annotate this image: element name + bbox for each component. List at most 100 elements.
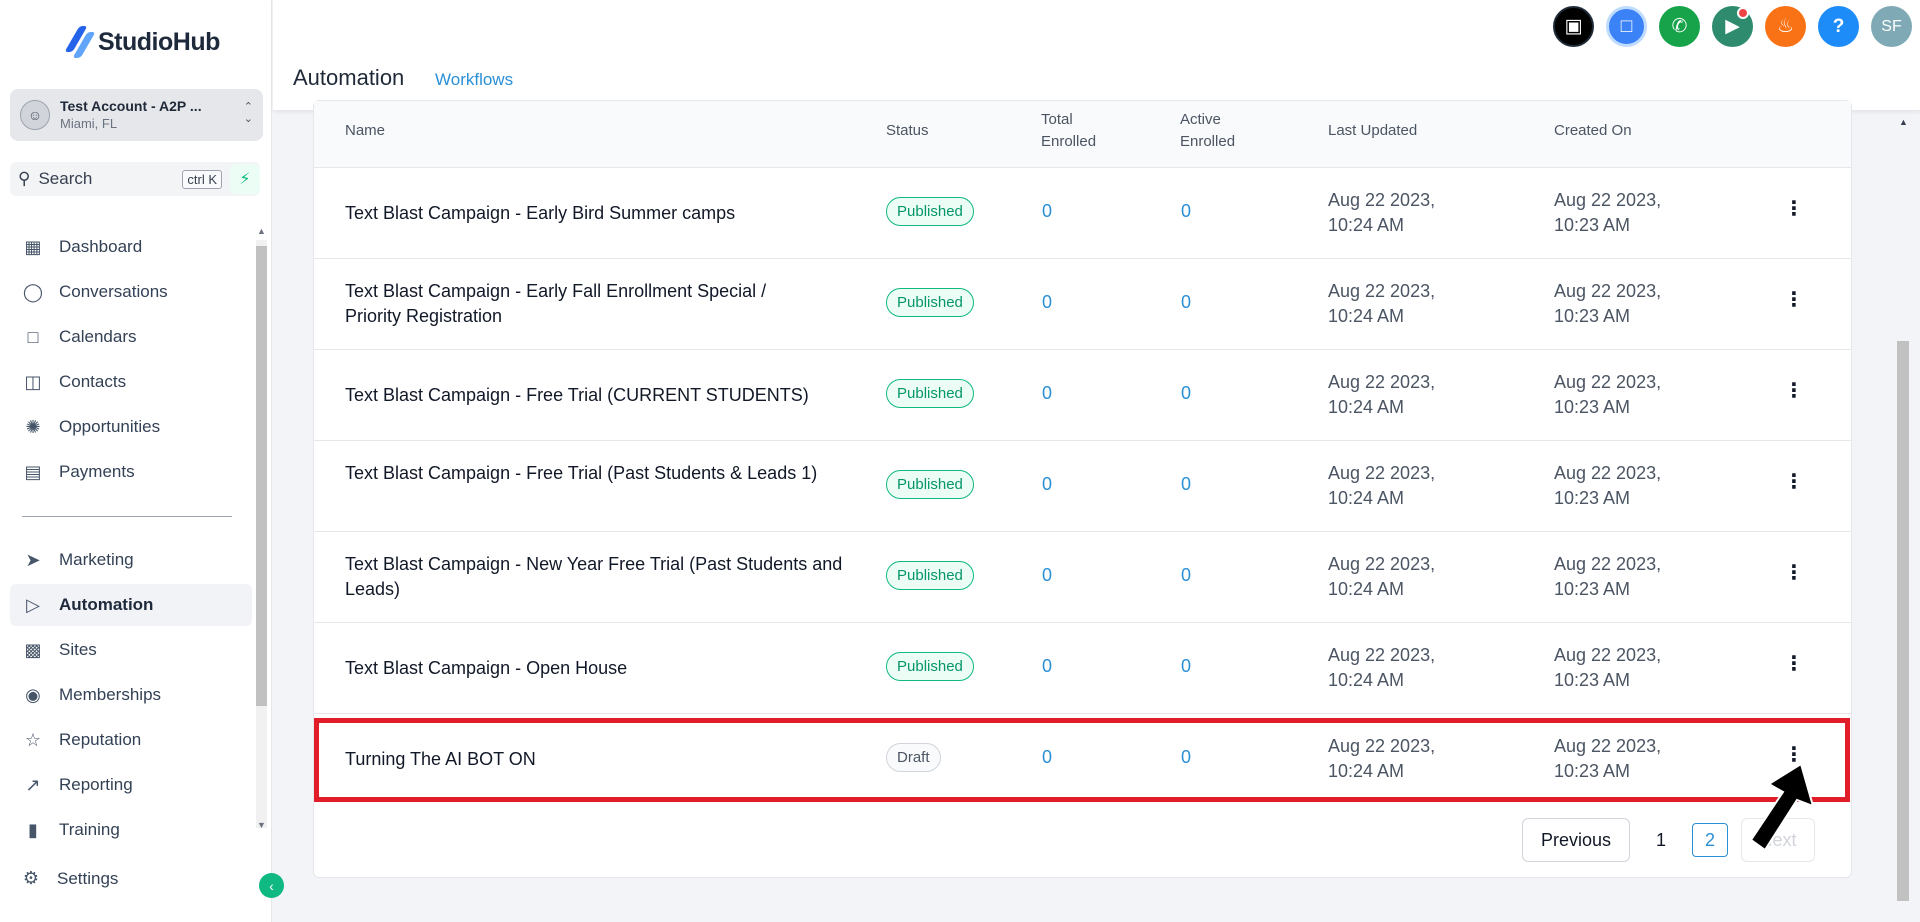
- mouse-pointer-icon: [1749, 762, 1815, 852]
- sidebar-item-automation[interactable]: ▷ Automation: [10, 584, 252, 626]
- active-enrolled-value[interactable]: 0: [1181, 474, 1191, 495]
- table-row[interactable]: Text Blast Campaign - Free Trial (Past S…: [314, 441, 1851, 532]
- active-enrolled-value[interactable]: 0: [1181, 565, 1191, 586]
- active-enrolled-value[interactable]: 0: [1181, 292, 1191, 313]
- sidebar-item-dashboard[interactable]: ▦ Dashboard: [10, 226, 252, 268]
- sidebar-item-marketing[interactable]: ➤ Marketing: [10, 539, 252, 581]
- collapse-sidebar-button[interactable]: ‹: [259, 873, 284, 898]
- sidebar-item-label: Contacts: [59, 372, 127, 391]
- sidebar-item-conversations[interactable]: ◯ Conversations: [10, 271, 252, 313]
- total-enrolled-value[interactable]: 0: [1042, 201, 1052, 222]
- total-enrolled-value[interactable]: 0: [1042, 292, 1052, 313]
- total-enrolled-value[interactable]: 0: [1042, 656, 1052, 677]
- book-icon: ▮: [28, 819, 38, 840]
- table-row[interactable]: Text Blast Campaign - Free Trial (CURREN…: [314, 350, 1851, 441]
- scroll-up-icon[interactable]: ▲: [1899, 117, 1908, 127]
- tab-workflows[interactable]: Workflows: [435, 70, 513, 90]
- page-scrollbar[interactable]: ▲: [1895, 111, 1913, 922]
- sidebar-item-calendars[interactable]: □ Calendars: [10, 316, 252, 358]
- sidebar-item-training[interactable]: ▮ Training: [10, 809, 252, 851]
- column-name[interactable]: Name: [345, 120, 385, 142]
- table-row[interactable]: Text Blast Campaign - New Year Free Tria…: [314, 532, 1851, 623]
- scrollbar-thumb[interactable]: [256, 246, 267, 706]
- payments-icon: ▤: [24, 461, 42, 482]
- sidebar-item-label: Memberships: [59, 685, 162, 704]
- more-options-icon[interactable]: ⋮: [1784, 378, 1804, 403]
- search-box[interactable]: ⚲ Search ctrl K ⚡: [10, 162, 260, 196]
- more-options-icon[interactable]: ⋮: [1784, 469, 1804, 494]
- column-created-on[interactable]: Created On: [1554, 120, 1632, 142]
- created-on-value: Aug 22 2023, 10:23 AM: [1554, 190, 1662, 235]
- reporting-icon: ↗: [25, 774, 41, 795]
- calendar-icon: □: [27, 326, 39, 347]
- total-enrolled-value[interactable]: 0: [1042, 474, 1052, 495]
- last-updated-value: Aug 22 2023, 10:24 AM: [1328, 281, 1436, 326]
- sidebar-item-memberships[interactable]: ◉ Memberships: [10, 674, 252, 716]
- last-updated-value: Aug 22 2023, 10:24 AM: [1328, 372, 1436, 417]
- scroll-down-icon[interactable]: ▼: [257, 820, 266, 830]
- memberships-icon: ◉: [25, 684, 41, 705]
- created-on-value: Aug 22 2023, 10:23 AM: [1554, 554, 1662, 599]
- sidebar-item-settings[interactable]: ⚙ Settings: [20, 868, 119, 889]
- workflow-name[interactable]: Text Blast Campaign - New Year Free Tria…: [345, 552, 845, 602]
- status-badge: Published: [886, 379, 974, 408]
- workflow-name[interactable]: Text Blast Campaign - Open House: [345, 656, 845, 681]
- sidebar-item-reporting[interactable]: ↗ Reporting: [10, 764, 252, 806]
- search-label: Search: [38, 169, 93, 188]
- total-enrolled-value[interactable]: 0: [1042, 565, 1052, 586]
- more-options-icon[interactable]: ⋮: [1784, 287, 1804, 312]
- column-status[interactable]: Status: [886, 120, 929, 142]
- table-row[interactable]: Text Blast Campaign - Early Bird Summer …: [314, 168, 1851, 259]
- bell-icon[interactable]: ♨: [1765, 6, 1806, 47]
- workflow-name[interactable]: Text Blast Campaign - Early Bird Summer …: [345, 201, 845, 226]
- sidebar-item-label: Opportunities: [59, 417, 161, 436]
- page-1-button[interactable]: 1: [1656, 830, 1666, 851]
- more-options-icon[interactable]: ⋮: [1784, 196, 1804, 221]
- active-enrolled-value[interactable]: 0: [1181, 656, 1191, 677]
- send-icon: ➤: [25, 549, 41, 570]
- lightning-icon[interactable]: ⚡: [230, 164, 260, 194]
- last-updated-value: Aug 22 2023, 10:24 AM: [1328, 463, 1436, 508]
- megaphone-icon[interactable]: ▶: [1712, 6, 1753, 47]
- created-on-value: Aug 22 2023, 10:23 AM: [1554, 645, 1662, 690]
- sidebar-item-label: Dashboard: [59, 237, 143, 256]
- page-2-button[interactable]: 2: [1692, 823, 1729, 857]
- gear-icon: ⚙: [22, 868, 40, 888]
- total-enrolled-value[interactable]: 0: [1042, 383, 1052, 404]
- highlight-box: [314, 718, 1850, 802]
- more-options-icon[interactable]: ⋮: [1784, 651, 1804, 676]
- status-badge: Published: [886, 652, 974, 681]
- help-icon[interactable]: ?: [1818, 6, 1859, 47]
- workflow-name[interactable]: Text Blast Campaign - Free Trial (CURREN…: [345, 383, 845, 408]
- sidebar-item-opportunities[interactable]: ✺ Opportunities: [10, 406, 252, 448]
- user-avatar[interactable]: SF: [1871, 6, 1912, 47]
- sidebar-item-sites[interactable]: ▩ Sites: [10, 629, 252, 671]
- account-switcher[interactable]: ☺ Test Account - A2P ... Miami, FL ⌃ ⌄: [10, 89, 263, 141]
- app-logo[interactable]: StudioHub: [64, 26, 220, 58]
- chat-icon[interactable]: □: [1606, 6, 1647, 47]
- scrollbar-thumb[interactable]: [1897, 341, 1909, 901]
- search-icon: ⚲: [18, 169, 31, 188]
- sidebar-item-contacts[interactable]: ◫ Contacts: [10, 361, 252, 403]
- column-last-updated[interactable]: Last Updated: [1328, 120, 1417, 142]
- column-active-enrolled[interactable]: Active Enrolled: [1180, 109, 1250, 153]
- active-enrolled-value[interactable]: 0: [1181, 383, 1191, 404]
- table-row[interactable]: Text Blast Campaign - Open House Publish…: [314, 623, 1851, 714]
- last-updated-value: Aug 22 2023, 10:24 AM: [1328, 645, 1436, 690]
- sidebar-item-payments[interactable]: ▤ Payments: [10, 451, 252, 493]
- sidebar-scrollbar[interactable]: ▲ ▼: [252, 226, 272, 842]
- sidebar-item-reputation[interactable]: ☆ Reputation: [10, 719, 252, 761]
- phone-icon[interactable]: ✆: [1659, 6, 1700, 47]
- more-options-icon[interactable]: ⋮: [1784, 560, 1804, 585]
- scroll-up-icon[interactable]: ▲: [257, 226, 266, 236]
- table-header: Name Status Total Enrolled Active Enroll…: [314, 101, 1851, 168]
- table-row[interactable]: Text Blast Campaign - Early Fall Enrollm…: [314, 259, 1851, 350]
- previous-button[interactable]: Previous: [1522, 818, 1630, 862]
- bot-icon[interactable]: ▣: [1553, 6, 1594, 47]
- chevron-updown-icon: ⌃ ⌄: [243, 101, 253, 125]
- status-badge: Published: [886, 470, 974, 499]
- workflow-name[interactable]: Text Blast Campaign - Free Trial (Past S…: [345, 461, 845, 486]
- workflow-name[interactable]: Text Blast Campaign - Early Fall Enrollm…: [345, 279, 815, 329]
- column-total-enrolled[interactable]: Total Enrolled: [1041, 109, 1111, 153]
- active-enrolled-value[interactable]: 0: [1181, 201, 1191, 222]
